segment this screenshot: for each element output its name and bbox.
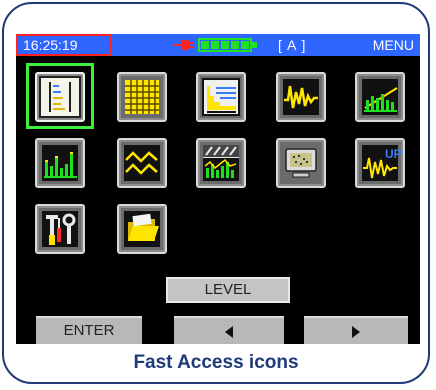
softkey-bar: ENTER — [16, 316, 420, 344]
vertical-scale-icon[interactable] — [35, 72, 85, 122]
tools-icon[interactable] — [35, 204, 85, 254]
zigzag-wave-icon[interactable] — [117, 138, 167, 188]
waveform-icon[interactable] — [276, 72, 326, 122]
waveform-up-icon[interactable]: UP — [355, 138, 405, 188]
caption: Fast Access icons — [133, 352, 299, 373]
spectrum-table-icon[interactable] — [196, 72, 246, 122]
right-arrow-icon — [352, 326, 360, 338]
mode-indicator: [ A ] — [278, 37, 307, 53]
clock: 16:25:19 — [16, 34, 111, 56]
folder-icon[interactable] — [117, 204, 167, 254]
menu-button[interactable]: MENU — [373, 34, 414, 56]
status-bar: 16:25:19 [ A ] MENU — [16, 34, 420, 56]
enter-button[interactable]: ENTER — [36, 316, 142, 344]
svg-text:UP: UP — [385, 147, 402, 161]
device-screen: 16:25:19 [ A ] MENU UP LEVEL ENTER — [16, 34, 420, 344]
grid-icon[interactable] — [117, 72, 167, 122]
left-arrow-button[interactable] — [174, 316, 284, 344]
level-button[interactable]: LEVEL — [166, 277, 290, 303]
monitor-icon[interactable] — [276, 138, 326, 188]
spectrum-compare-icon[interactable] — [196, 138, 246, 188]
bar-spectrum-icon[interactable] — [35, 138, 85, 188]
rising-bars-icon[interactable] — [355, 72, 405, 122]
power-plug-icon — [174, 40, 194, 50]
left-arrow-icon — [225, 326, 233, 338]
battery-full-icon — [198, 38, 260, 52]
right-arrow-button[interactable] — [304, 316, 408, 344]
